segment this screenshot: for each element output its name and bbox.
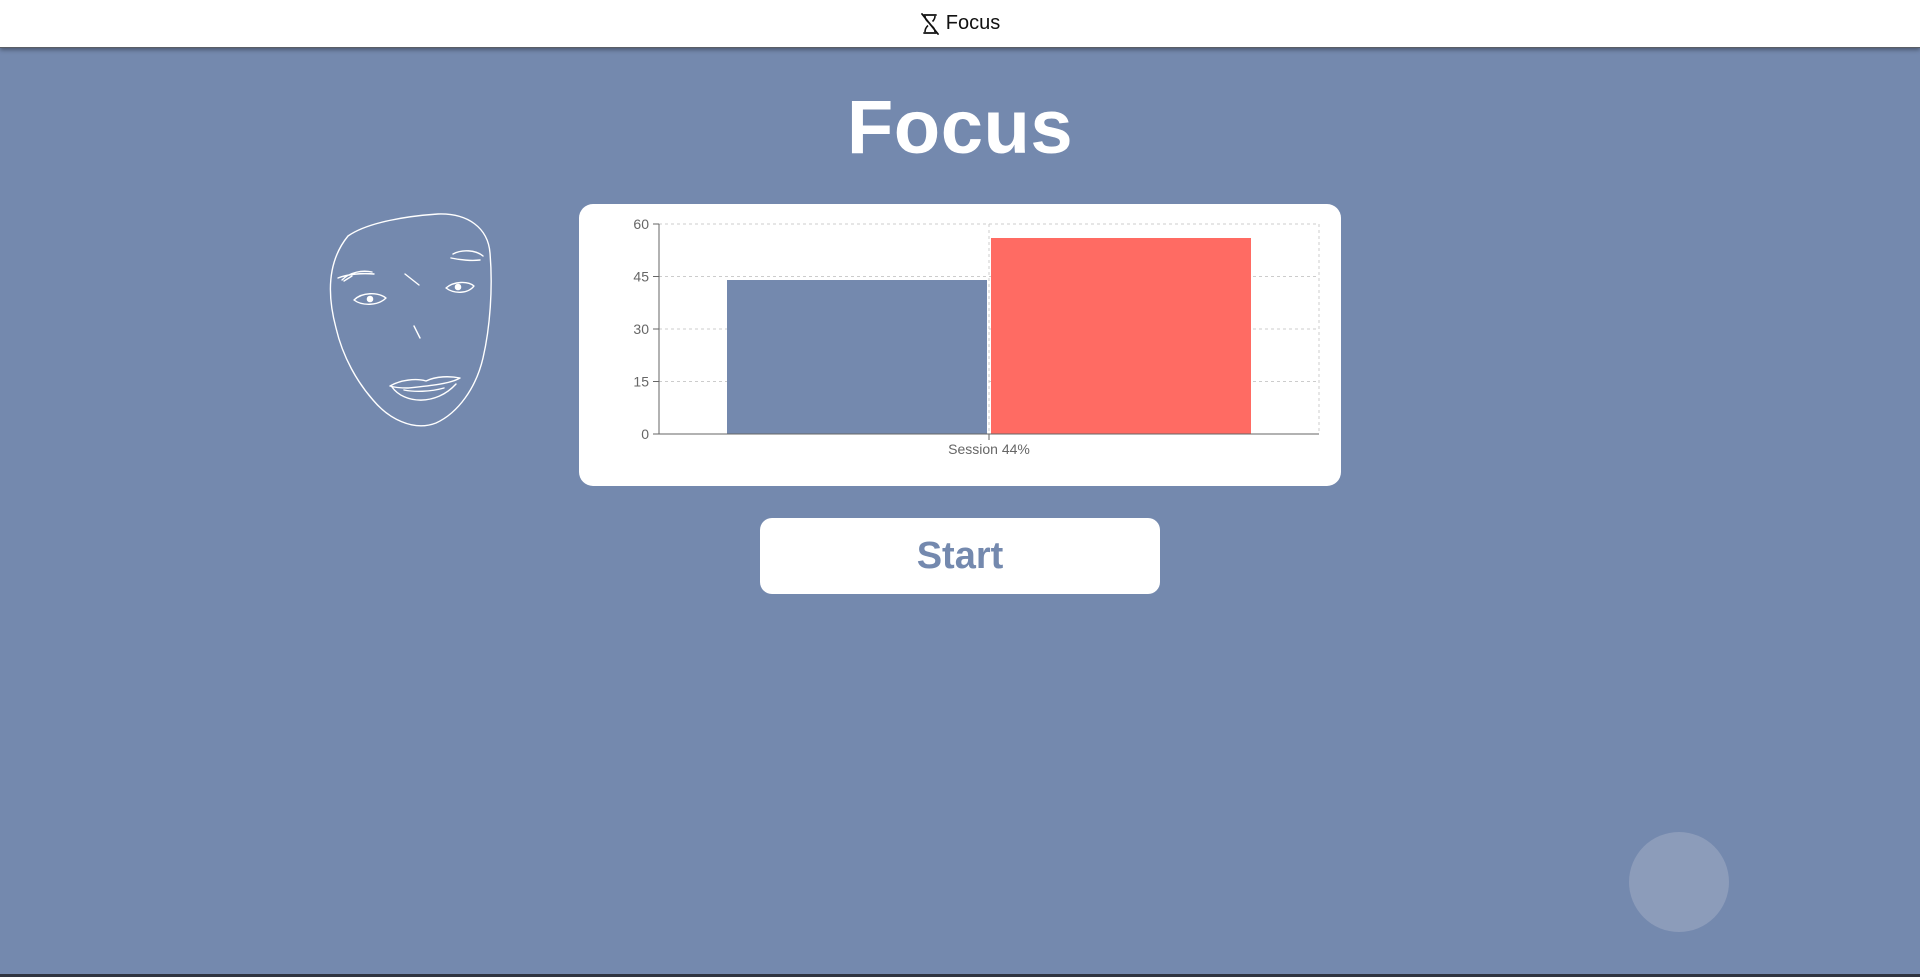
app-brand: Focus xyxy=(920,12,1000,35)
start-button[interactable]: Start xyxy=(760,518,1160,594)
chart-card: 0 15 30 45 60 Session 44% xyxy=(579,204,1341,486)
page-title: Focus xyxy=(846,85,1074,170)
y-tick-label: 60 xyxy=(633,216,649,232)
y-tick-label: 45 xyxy=(633,269,649,285)
floating-circle-button[interactable] xyxy=(1629,832,1729,932)
y-tick-label: 30 xyxy=(633,321,649,337)
top-app-bar: Focus xyxy=(0,0,1920,48)
hourglass-off-icon xyxy=(920,12,939,35)
bar-series-1 xyxy=(727,280,987,434)
y-tick-label: 0 xyxy=(641,426,649,442)
x-tick-label: Session 44% xyxy=(948,441,1030,457)
focus-bar-chart: 0 15 30 45 60 Session 44% xyxy=(633,216,1320,457)
face-sketch-icon xyxy=(329,213,492,427)
bar-series-2 xyxy=(991,238,1251,434)
y-tick-label: 15 xyxy=(633,374,649,390)
app-name: Focus xyxy=(945,12,1001,34)
